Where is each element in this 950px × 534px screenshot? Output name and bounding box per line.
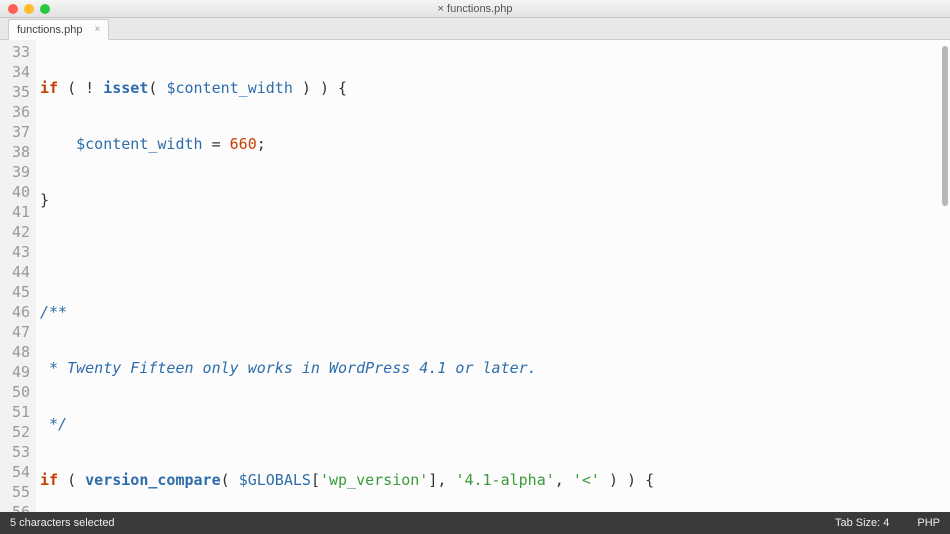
window-title: × functions.php: [0, 3, 950, 15]
close-tab-icon[interactable]: ×: [94, 24, 100, 35]
tab-bar: functions.php ×: [0, 18, 950, 40]
scroll-thumb[interactable]: [942, 46, 948, 206]
document-icon: ×: [438, 3, 444, 15]
tab-functions-php[interactable]: functions.php ×: [8, 19, 109, 40]
window-titlebar: × functions.php: [0, 0, 950, 18]
vertical-scrollbar[interactable]: [940, 40, 950, 512]
status-selection: 5 characters selected: [10, 517, 115, 529]
code-editor[interactable]: 333435 363738 394041 424344 454647 48495…: [0, 40, 950, 512]
tab-label: functions.php: [17, 24, 82, 36]
status-tab-size[interactable]: Tab Size: 4: [835, 517, 889, 529]
line-number-gutter: 333435 363738 394041 424344 454647 48495…: [0, 40, 36, 512]
code-content[interactable]: if ( ! isset( $content_width ) ) { $cont…: [36, 40, 950, 512]
status-language[interactable]: PHP: [917, 517, 940, 529]
status-bar: 5 characters selected Tab Size: 4 PHP: [0, 512, 950, 534]
